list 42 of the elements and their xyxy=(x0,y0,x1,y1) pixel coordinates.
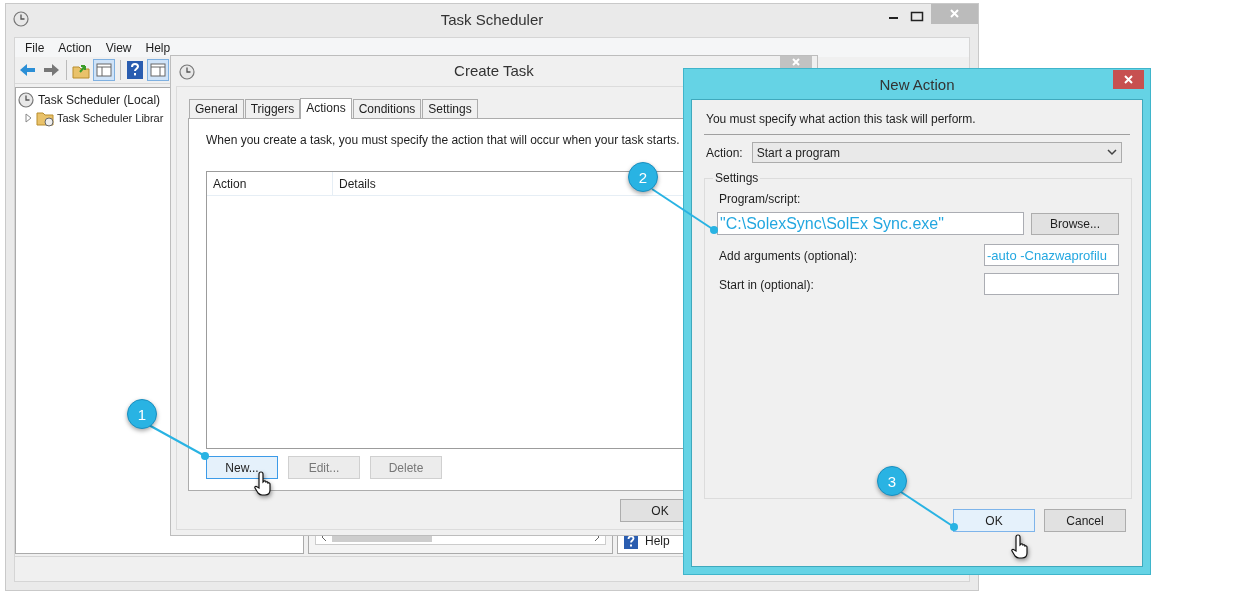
new-button[interactable]: New... xyxy=(206,456,278,479)
panel-icon[interactable] xyxy=(147,59,169,81)
back-arrow-icon[interactable] xyxy=(18,61,38,79)
clock-icon xyxy=(179,64,195,80)
field-label: Action: xyxy=(706,145,743,160)
expand-arrow-icon[interactable] xyxy=(23,112,33,124)
clock-icon xyxy=(13,11,29,27)
panel-icon[interactable] xyxy=(93,59,115,81)
forward-arrow-icon[interactable] xyxy=(41,61,61,79)
tab[interactable]: Conditions xyxy=(352,99,422,118)
hand-cursor-icon xyxy=(1010,533,1030,561)
group-label: Settings xyxy=(714,171,760,185)
dialog-button[interactable]: OK xyxy=(953,509,1035,532)
chevron-down-icon xyxy=(1107,149,1117,156)
close-button[interactable] xyxy=(1113,70,1144,89)
window-title: New Action xyxy=(879,76,955,93)
tab[interactable]: Actions xyxy=(300,98,352,119)
input-field[interactable] xyxy=(984,273,1119,295)
description-text: When you create a task, you must specify the action that will occur when your task starts. xyxy=(206,133,681,147)
window-title: Task Scheduler xyxy=(440,11,544,28)
folder-icon xyxy=(36,109,54,127)
column-header[interactable]: Details xyxy=(333,172,376,195)
clock-icon xyxy=(18,92,34,108)
tab[interactable]: Settings xyxy=(422,99,478,118)
action-dropdown[interactable]: Start a program xyxy=(751,142,1122,163)
dialog-button[interactable]: Cancel xyxy=(1044,509,1126,532)
menu-item[interactable]: View xyxy=(98,40,139,55)
action-link[interactable]: Help xyxy=(645,534,670,548)
menu-item[interactable]: Action xyxy=(51,40,99,55)
menu-item[interactable]: File xyxy=(18,40,52,55)
help-icon[interactable] xyxy=(126,60,144,80)
field-label: Program/script: xyxy=(718,192,802,206)
tab[interactable]: Triggers xyxy=(244,99,301,118)
column-header[interactable]: Action xyxy=(207,172,333,195)
tab[interactable]: General xyxy=(189,99,244,118)
menu-item[interactable]: Help xyxy=(138,40,178,55)
tree-item[interactable]: Task Scheduler Librar xyxy=(57,112,164,124)
browse-button[interactable]: Browse... xyxy=(1031,212,1119,235)
field-label: Start in (optional): xyxy=(718,278,814,292)
description-text: You must specify what action this task will perform. xyxy=(705,112,977,126)
window-title: Create Task xyxy=(454,62,534,79)
tree-item[interactable]: Task Scheduler (Local) xyxy=(38,93,161,107)
